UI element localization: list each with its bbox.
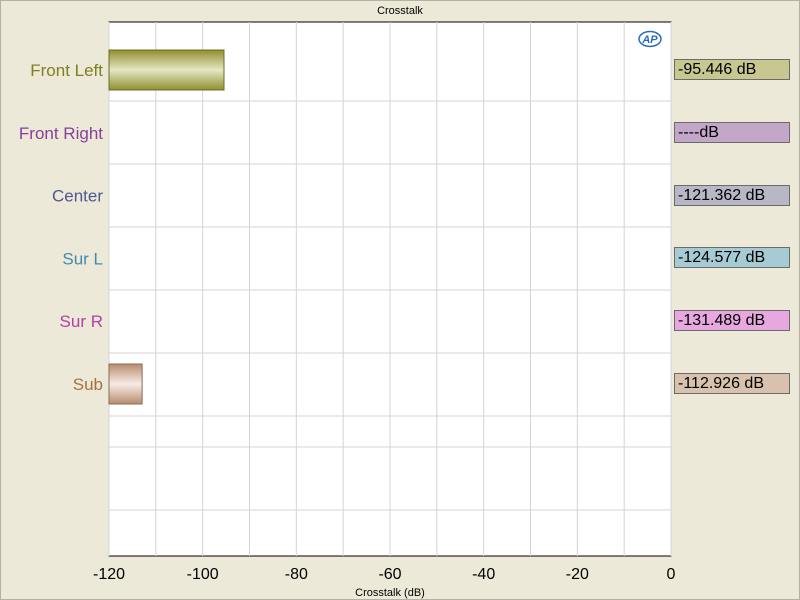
value-readout: -112.926 dB: [674, 373, 790, 394]
value-readout: ----dB: [674, 121, 790, 143]
x-tick-label: -40: [472, 566, 495, 583]
value-readout: -95.446 dB: [674, 59, 790, 80]
x-tick-label: -120: [93, 566, 125, 583]
crosstalk-chart: Front Left Front Right Center Sur L Sur R Sub…: [19, 21, 676, 599]
x-tick-labels: -120 -100 -80 -60 -40 -20 0: [93, 566, 676, 583]
ap-logo-icon: AP: [638, 30, 662, 48]
category-label: Sur R: [60, 312, 103, 331]
x-axis-label: Crosstalk (dB): [355, 587, 425, 599]
category-labels: Front Left Front Right Center Sur L Sur R Sub: [19, 61, 103, 394]
value-readout: -124.577 dB: [674, 247, 790, 269]
x-tick-label: 0: [667, 566, 676, 583]
x-tick-label: -20: [566, 566, 589, 583]
category-label: Front Right: [19, 124, 103, 143]
bar: [108, 363, 143, 405]
svg-text:AP: AP: [641, 34, 658, 46]
x-tick-label: -80: [285, 566, 308, 583]
category-label: Sur L: [62, 249, 103, 268]
value-readout: -131.489 dB: [674, 310, 790, 332]
x-tick-label: -60: [378, 566, 401, 583]
category-label: Sub: [73, 375, 103, 394]
value-readout: -121.362 dB: [674, 184, 790, 206]
category-label: Front Left: [30, 61, 103, 80]
category-label: Center: [52, 187, 103, 206]
bar: [108, 49, 225, 91]
x-tick-label: -100: [187, 566, 219, 583]
